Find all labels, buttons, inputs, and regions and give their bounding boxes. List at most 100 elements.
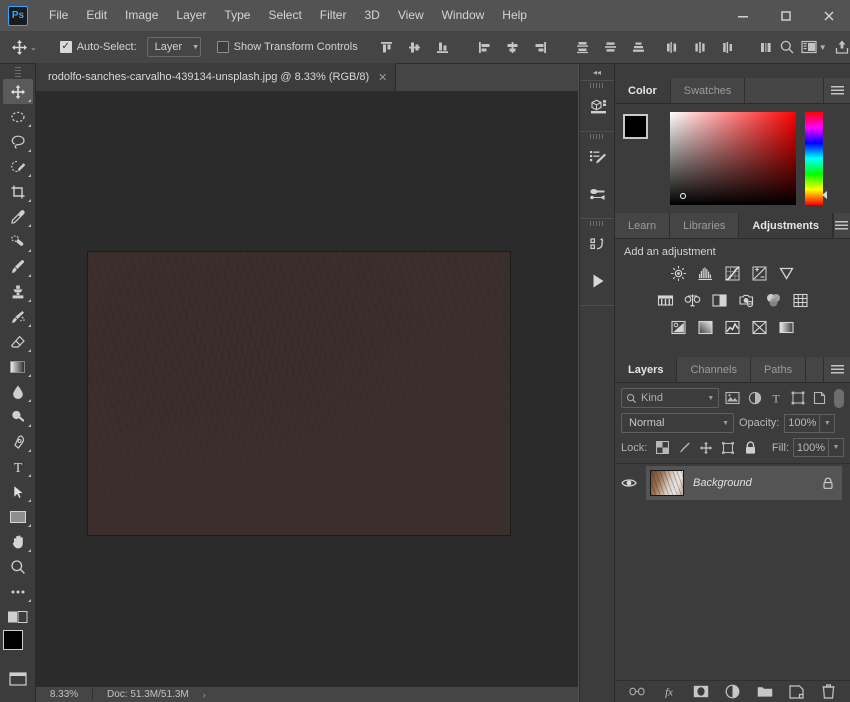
auto-select-box-icon[interactable] <box>59 41 72 53</box>
move-tool[interactable] <box>2 79 33 104</box>
distribute-vertical-centers-button[interactable] <box>598 35 624 59</box>
tab-learn[interactable]: Learn <box>615 213 671 238</box>
hue-saturation-icon[interactable] <box>655 290 675 310</box>
align-right-edges-button[interactable] <box>528 35 554 59</box>
document-tab[interactable]: rodolfo-sanches-carvalho-439134-unsplash… <box>36 63 397 91</box>
pen-tool[interactable] <box>3 429 33 454</box>
hue-slider[interactable] <box>805 112 827 205</box>
rail-grip-1[interactable] <box>590 83 604 88</box>
black-white-icon[interactable] <box>709 290 729 310</box>
tab-adjustments[interactable]: Adjustments <box>739 213 833 238</box>
move-tool-icon[interactable] <box>11 34 28 60</box>
marquee-tool[interactable] <box>3 104 33 129</box>
new-adjustment-layer-icon[interactable] <box>725 684 741 700</box>
filter-pixel-layers-icon[interactable] <box>724 389 741 408</box>
blend-mode-dropdown[interactable]: Normal ▼ <box>621 413 734 433</box>
invert-icon[interactable] <box>669 317 689 337</box>
color-ramp[interactable] <box>670 112 796 205</box>
show-transform-controls-checkbox[interactable]: Show Transform Controls <box>216 41 358 53</box>
vibrance-icon[interactable] <box>777 263 797 283</box>
color-panel-swatches[interactable] <box>623 114 662 153</box>
document-image[interactable] <box>88 252 510 535</box>
distribute-right-edges-button[interactable] <box>716 35 742 59</box>
channel-mixer-icon[interactable] <box>763 290 783 310</box>
eraser-tool[interactable] <box>3 329 33 354</box>
search-icon[interactable] <box>779 35 795 59</box>
status-expand-arrow-icon[interactable]: › <box>189 690 206 700</box>
lock-position-icon[interactable] <box>697 439 715 457</box>
history-panel-icon[interactable] <box>580 227 616 263</box>
rail-grip-3[interactable] <box>590 221 604 226</box>
filter-smart-object-icon[interactable] <box>811 389 828 408</box>
color-swatches[interactable] <box>2 630 33 660</box>
distribute-left-edges-button[interactable] <box>660 35 686 59</box>
lock-transparent-pixels-icon[interactable] <box>653 439 671 457</box>
menu-help[interactable]: Help <box>493 0 536 31</box>
zoom-level[interactable]: 8.33% <box>36 689 92 700</box>
color-panel-menu-icon[interactable] <box>824 78 850 103</box>
threshold-icon[interactable] <box>723 317 743 337</box>
fill-field[interactable]: 100% ▼ <box>793 438 844 457</box>
filter-type-layers-icon[interactable]: T <box>768 389 785 408</box>
tab-paths[interactable]: Paths <box>750 357 807 382</box>
tab-libraries[interactable]: Libraries <box>670 213 740 238</box>
brightness-contrast-icon[interactable] <box>669 263 689 283</box>
actions-play-icon[interactable] <box>580 263 616 299</box>
menu-3d[interactable]: 3D <box>355 0 388 31</box>
tab-color[interactable]: Color <box>615 78 671 103</box>
layers-panel-menu-icon[interactable] <box>824 357 850 382</box>
align-top-edges-button[interactable] <box>374 35 400 59</box>
color-panel-foreground-swatch[interactable] <box>623 114 648 139</box>
layer-visibility-toggle[interactable] <box>619 477 639 489</box>
filter-adjustment-layers-icon[interactable] <box>746 389 763 408</box>
blur-tool[interactable] <box>3 379 33 404</box>
align-left-edges-button[interactable] <box>472 35 498 59</box>
close-button[interactable] <box>807 0 850 31</box>
minimize-button[interactable] <box>721 0 764 31</box>
toolbar-grip[interactable] <box>14 67 21 77</box>
3d-panel-icon[interactable] <box>580 89 616 125</box>
curves-icon[interactable] <box>723 263 743 283</box>
rail-collapse-button[interactable]: ◂◂ <box>580 64 614 80</box>
healing-brush-tool[interactable] <box>3 229 33 254</box>
tab-layers[interactable]: Layers <box>615 357 678 382</box>
close-icon[interactable]: ✕ <box>378 71 387 84</box>
menu-type[interactable]: Type <box>215 0 259 31</box>
gradient-tool[interactable] <box>3 354 33 379</box>
layers-list[interactable]: Background <box>615 464 850 614</box>
adjustments-panel-menu-icon[interactable] <box>833 213 850 238</box>
tab-channels[interactable]: Channels <box>677 357 751 382</box>
rectangle-tool[interactable] <box>3 504 33 529</box>
align-bottom-edges-button[interactable] <box>430 35 456 59</box>
quick-mask-toggle[interactable] <box>7 608 29 626</box>
crop-tool[interactable] <box>3 179 33 204</box>
brush-tool[interactable] <box>3 254 33 279</box>
add-layer-mask-icon[interactable] <box>693 684 709 700</box>
delete-layer-icon[interactable] <box>821 684 837 700</box>
color-balance-icon[interactable] <box>682 290 702 310</box>
layer-row-content[interactable]: Background <box>646 466 842 500</box>
workspace-arrange-icon[interactable] <box>801 35 817 59</box>
three-dots-mode-icon[interactable] <box>758 35 773 59</box>
canvas-area[interactable] <box>36 92 578 686</box>
layer-filter-kind-dropdown[interactable]: Kind ▼ <box>621 388 720 408</box>
link-layers-icon[interactable] <box>628 684 645 700</box>
share-icon[interactable] <box>834 35 850 59</box>
lock-artboard-nesting-icon[interactable] <box>719 439 737 457</box>
menu-select[interactable]: Select <box>259 0 310 31</box>
filter-enable-toggle[interactable] <box>834 388 844 408</box>
tab-swatches[interactable]: Swatches <box>670 78 746 103</box>
selective-color-icon[interactable] <box>750 317 770 337</box>
gradient-map-icon[interactable] <box>777 317 797 337</box>
layer-name[interactable]: Background <box>693 477 752 489</box>
edit-toolbar-tool[interactable] <box>3 579 33 604</box>
menu-window[interactable]: Window <box>433 0 494 31</box>
fill-value[interactable]: 100% <box>793 438 829 457</box>
path-selection-tool[interactable] <box>3 479 33 504</box>
menu-edit[interactable]: Edit <box>77 0 116 31</box>
history-brush-tool[interactable] <box>3 304 33 329</box>
table-row[interactable]: Background <box>615 466 850 500</box>
dodge-tool[interactable] <box>3 404 33 429</box>
eyedropper-tool[interactable] <box>3 204 33 229</box>
distribute-bottom-edges-button[interactable] <box>626 35 652 59</box>
